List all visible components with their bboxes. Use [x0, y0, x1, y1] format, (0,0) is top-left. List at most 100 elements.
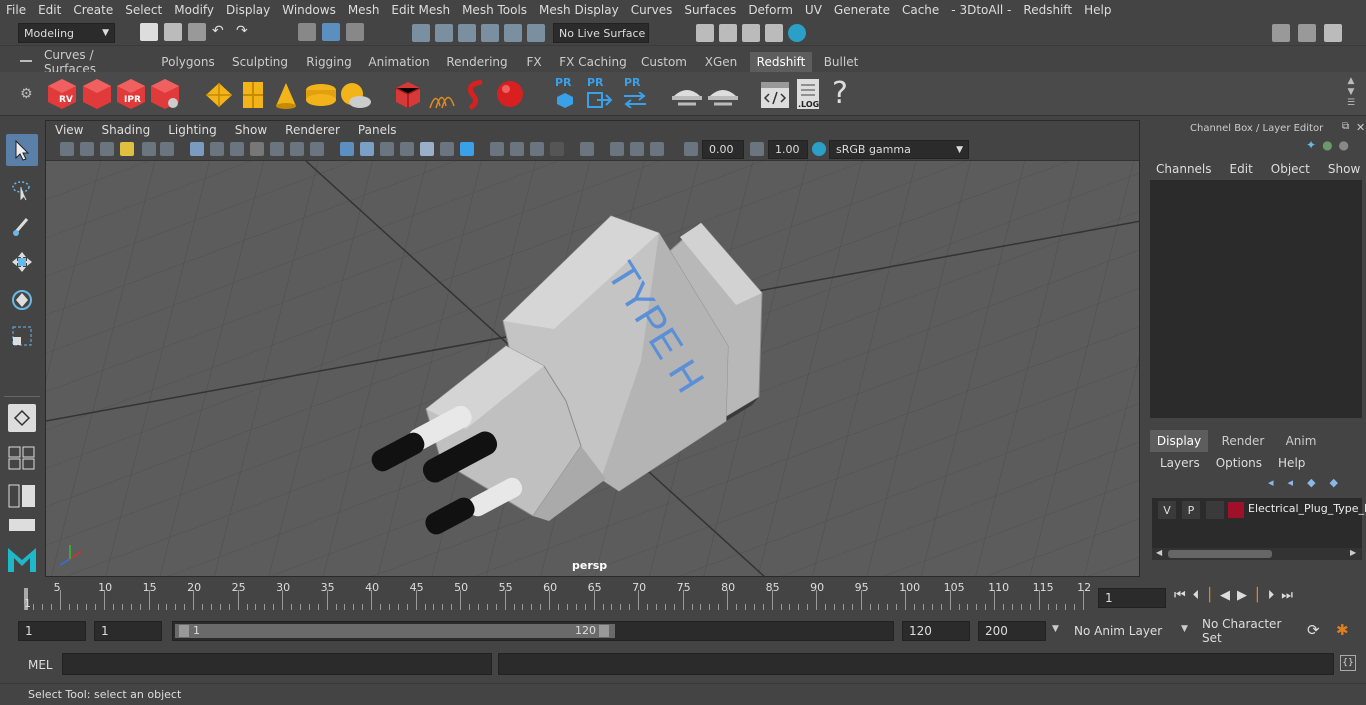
- gate-mask-icon[interactable]: [250, 142, 264, 156]
- channel-box-menu-item[interactable]: Channels: [1156, 162, 1212, 176]
- select-tool-icon[interactable]: [6, 134, 38, 166]
- menu-item[interactable]: Create: [67, 3, 119, 17]
- menu-item[interactable]: Edit: [32, 3, 67, 17]
- ambient-occlusion-icon[interactable]: [550, 142, 564, 156]
- menu-item[interactable]: Windows: [276, 3, 342, 17]
- rs-volume-icon[interactable]: [462, 78, 494, 111]
- new-layer-selected-icon[interactable]: ◆: [1330, 476, 1338, 489]
- smooth-shade-icon[interactable]: [360, 142, 374, 156]
- snap-point-icon[interactable]: [458, 24, 476, 42]
- layer-menu-item[interactable]: Help: [1278, 456, 1305, 470]
- scene-end-field[interactable]: 200: [978, 621, 1046, 641]
- chevron-down-icon[interactable]: ▼: [1181, 624, 1188, 634]
- rs-physical-light-icon[interactable]: [240, 80, 266, 110]
- grid-toggle-icon[interactable]: [190, 142, 204, 156]
- channel-box-menu-item[interactable]: Object: [1271, 162, 1310, 176]
- save-scene-icon[interactable]: [188, 23, 206, 41]
- shelf-tab[interactable]: XGen: [698, 52, 744, 72]
- scale-tool-icon[interactable]: [6, 320, 38, 352]
- shelf-gear-icon[interactable]: ⚙: [20, 86, 33, 102]
- rs-script-editor-icon[interactable]: [760, 80, 790, 110]
- range-slider-thumb[interactable]: 1 120: [175, 624, 615, 638]
- undo-icon[interactable]: ↶: [212, 23, 230, 41]
- layer-list-scrollbar[interactable]: ◀ ▶: [1152, 548, 1362, 560]
- image-plane-icon[interactable]: [120, 142, 134, 156]
- menu-item[interactable]: Select: [119, 3, 168, 17]
- speed-icon[interactable]: ●: [1322, 138, 1332, 152]
- component-mode-icon[interactable]: [346, 23, 364, 41]
- pr-icon-2[interactable]: PR: [585, 76, 615, 112]
- shelf-tab[interactable]: Sculpting: [228, 52, 292, 72]
- rs-log-icon[interactable]: .LOG: [795, 78, 823, 112]
- shelf-tab[interactable]: Bullet: [818, 52, 864, 72]
- menu-item[interactable]: Modify: [168, 3, 220, 17]
- rs-ipr-icon[interactable]: IPR: [114, 77, 148, 111]
- move-tool-icon[interactable]: [6, 246, 38, 278]
- range-handle-right[interactable]: [599, 625, 609, 637]
- wireframe-on-shaded-icon[interactable]: [380, 142, 394, 156]
- playback-end-field[interactable]: 120: [902, 621, 970, 641]
- depth-of-field-icon[interactable]: [610, 142, 624, 156]
- rotate-tool-icon[interactable]: [6, 284, 38, 316]
- outliner-layout-icon[interactable]: [8, 484, 36, 508]
- menu-item[interactable]: UV: [799, 3, 828, 17]
- rs-rect-light-icon[interactable]: [204, 80, 234, 110]
- exposure-field[interactable]: 0.00: [702, 140, 744, 159]
- graph-layout-icon[interactable]: [8, 518, 36, 532]
- modeling-toolkit-icon[interactable]: [1272, 24, 1290, 42]
- viewport-menu-item[interactable]: Lighting: [159, 123, 226, 137]
- layer-tab[interactable]: Anim: [1272, 430, 1330, 452]
- bookmark-icon[interactable]: [100, 142, 114, 156]
- command-input[interactable]: [62, 653, 492, 675]
- rs-render-icon[interactable]: [80, 77, 114, 111]
- xray-components-icon[interactable]: [530, 142, 544, 156]
- menu-item[interactable]: Mesh Display: [533, 3, 625, 17]
- menu-item[interactable]: Edit Mesh: [385, 3, 456, 17]
- menu-item[interactable]: File: [0, 3, 32, 17]
- menu-item[interactable]: Generate: [828, 3, 896, 17]
- hierarchy-mode-icon[interactable]: [298, 23, 316, 41]
- frame-all-icon[interactable]: [650, 142, 664, 156]
- range-slider[interactable]: 1 120: [172, 621, 894, 641]
- scroll-thumb[interactable]: [1168, 550, 1272, 558]
- menu-item[interactable]: Surfaces: [678, 3, 742, 17]
- go-to-start-icon[interactable]: ⏮: [1174, 588, 1186, 603]
- step-forward-key-icon[interactable]: ⏵: [1268, 588, 1275, 603]
- safe-title-icon[interactable]: [310, 142, 324, 156]
- menu-item[interactable]: Display: [220, 3, 276, 17]
- render-settings-icon[interactable]: [765, 24, 783, 42]
- scroll-right-icon[interactable]: ▶: [1350, 548, 1356, 557]
- redo-icon[interactable]: ↷: [236, 23, 254, 41]
- layer-color-swatch[interactable]: [1228, 502, 1244, 518]
- anim-layer-dropdown[interactable]: No Anim Layer: [1068, 621, 1180, 641]
- layer-display-type-toggle[interactable]: [1206, 501, 1224, 519]
- lasso-tool-icon[interactable]: [6, 174, 38, 206]
- textured-icon[interactable]: [400, 142, 414, 156]
- rs-proxy-icon[interactable]: [394, 80, 422, 110]
- snap-view-icon[interactable]: [481, 24, 499, 42]
- viewport-menu-item[interactable]: Panels: [349, 123, 406, 137]
- new-layer-icon[interactable]: ◆: [1307, 476, 1315, 489]
- menu-item[interactable]: Curves: [625, 3, 679, 17]
- playback-start-field[interactable]: 1: [94, 621, 162, 641]
- motion-blur-icon[interactable]: [630, 142, 644, 156]
- mode-dropdown[interactable]: Modeling ▼: [18, 23, 115, 43]
- layer-menu-item[interactable]: Options: [1216, 456, 1262, 470]
- viewport-menu-item[interactable]: Shading: [92, 123, 159, 137]
- live-surface-field[interactable]: No Live Surface: [553, 23, 649, 43]
- snap-pivot-icon[interactable]: [527, 24, 545, 42]
- paint-select-tool-icon[interactable]: [6, 210, 38, 242]
- layer-tab[interactable]: Render: [1214, 430, 1272, 452]
- range-handle-left[interactable]: [179, 625, 189, 637]
- scroll-left-icon[interactable]: ◀: [1156, 548, 1162, 557]
- color-space-dropdown[interactable]: sRGB gamma ▼: [829, 140, 969, 159]
- xray-joints-icon[interactable]: [510, 142, 524, 156]
- four-view-layout-icon[interactable]: [8, 446, 36, 470]
- menu-item[interactable]: Mesh: [342, 3, 386, 17]
- channel-box-toggle-icon[interactable]: [1324, 24, 1342, 42]
- layer-row[interactable]: V P Electrical_Plug_Type_H: [1154, 501, 1366, 519]
- auto-key-icon[interactable]: ⟳: [1307, 621, 1320, 639]
- viewport-menu-item[interactable]: Show: [226, 123, 276, 137]
- layer-visibility-toggle[interactable]: V: [1158, 501, 1176, 519]
- move-layer-down-icon[interactable]: ◂: [1288, 476, 1294, 489]
